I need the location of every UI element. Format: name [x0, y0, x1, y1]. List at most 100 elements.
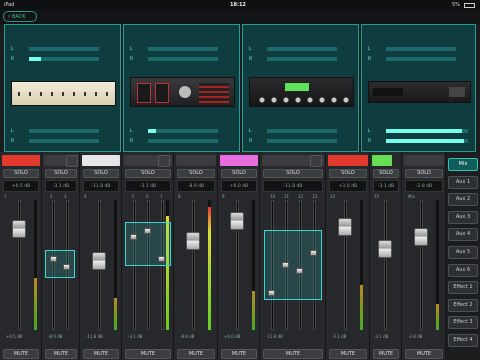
level-meter [386, 47, 456, 51]
delay-unit-image[interactable] [368, 81, 471, 103]
fader-handle[interactable] [92, 252, 106, 270]
level-meter [148, 129, 218, 133]
fader-handle[interactable] [296, 268, 303, 274]
reverb-unit-image[interactable] [249, 77, 354, 107]
fader-track[interactable] [384, 200, 387, 330]
meter-label: L [130, 129, 133, 134]
solo-button[interactable]: SOLO [83, 169, 119, 178]
channel-color-bar[interactable] [372, 155, 392, 166]
level-meter-fill [386, 139, 464, 143]
solo-button[interactable]: SOLO [405, 169, 443, 178]
fader-handle[interactable] [378, 240, 392, 258]
bus-button-effect-3[interactable]: Effect 3 [448, 316, 478, 330]
led-ladder [199, 83, 229, 103]
fader-handle[interactable] [310, 250, 317, 256]
channel-strip-8: SOLO -8.9 dB 8 -8.9 dB MUTE [174, 152, 218, 360]
mute-button[interactable]: MUTE [373, 349, 399, 359]
mute-button[interactable]: MUTE [263, 349, 323, 359]
gain-readout: -3.1 dB [125, 180, 171, 192]
nav-bar: ‹ BACK [0, 10, 480, 24]
back-button[interactable]: ‹ BACK [3, 11, 37, 22]
solo-button[interactable]: SOLO [45, 169, 77, 178]
solo-button[interactable]: SOLO [177, 169, 215, 178]
fader-handle[interactable] [63, 264, 70, 270]
mute-button[interactable]: MUTE [177, 349, 215, 359]
fader-track[interactable] [420, 200, 423, 330]
meter-label: R [249, 139, 253, 144]
level-meter [29, 47, 99, 51]
bus-button-effect-4[interactable]: Effect 4 [448, 334, 478, 347]
bus-button-aux-5[interactable]: Aux 5 [448, 246, 478, 259]
mute-button[interactable]: MUTE [3, 349, 39, 359]
solo-button[interactable]: SOLO [3, 169, 39, 178]
solo-button[interactable]: SOLO [221, 169, 257, 178]
fader-handle[interactable] [338, 218, 352, 236]
gain-readout: +6.0 dB [221, 180, 257, 192]
unit-controls [449, 87, 465, 97]
level-meter [436, 200, 439, 330]
bus-button-aux-6[interactable]: Aux 6 [448, 263, 478, 277]
lcd-display [284, 82, 310, 92]
bus-button-aux-3[interactable]: Aux 3 [448, 210, 478, 224]
channel-strip-4: SOLO -11.8 dB 4 -11.8 dB MUTE [80, 152, 122, 360]
level-meter [267, 139, 337, 143]
knob-icon[interactable] [179, 86, 191, 98]
fader-handle[interactable] [50, 256, 57, 262]
channel-color-bar[interactable] [82, 155, 120, 166]
fader-handle[interactable] [414, 228, 428, 246]
fader-db-label: -3.1 dB [374, 334, 389, 339]
fader-handle[interactable] [158, 256, 165, 262]
equalizer-unit-image[interactable] [11, 81, 116, 106]
rack-panel-1[interactable]: L R L R [4, 24, 121, 152]
channel-color-bar[interactable] [404, 155, 444, 166]
fader-db-label: -8.9 dB [48, 334, 63, 339]
channel-color-bar[interactable] [2, 155, 40, 166]
solo-button[interactable]: SOLO [373, 169, 399, 178]
rack-panel-3[interactable]: L R L R [242, 24, 359, 152]
meter-label: L [11, 47, 14, 52]
mute-button[interactable]: MUTE [405, 349, 443, 359]
bus-button-effect-1[interactable]: Effect 1 [448, 281, 478, 295]
solo-button[interactable]: SOLO [329, 169, 367, 178]
mute-button[interactable]: MUTE [329, 349, 367, 359]
mute-button[interactable]: MUTE [83, 349, 119, 359]
compressor-unit-image[interactable] [130, 77, 235, 107]
bus-button-aux-2[interactable]: Aux 2 [448, 193, 478, 207]
level-meter [148, 139, 218, 143]
bus-button-aux-1[interactable]: Aux 1 [448, 175, 478, 189]
clock: 18:12 [230, 2, 246, 8]
rack-panel-2[interactable]: L R L R [123, 24, 240, 152]
bus-button-effect-2[interactable]: Effect 2 [448, 298, 478, 312]
channel-strip-15: SOLO -3.1 dB 15 -3.1 dB MUTE [370, 152, 402, 360]
level-meter-fill [29, 57, 41, 61]
fader-handle[interactable] [186, 232, 200, 250]
channel-color-bar[interactable] [176, 155, 216, 166]
fader-handle[interactable] [230, 212, 244, 230]
fader-db-label: -3.1 dB [128, 334, 143, 339]
expand-arrow-icon[interactable] [310, 155, 322, 167]
channel-number: 11 [284, 194, 290, 199]
expand-arrow-icon[interactable] [158, 155, 170, 167]
channel-number: 3 [64, 194, 67, 199]
mute-button[interactable]: MUTE [125, 349, 171, 359]
channel-number: 8 [178, 194, 181, 199]
fader-handle[interactable] [144, 228, 151, 234]
channel-color-bar[interactable] [328, 155, 368, 166]
bus-button-mix[interactable]: Mix [448, 158, 478, 171]
mute-button[interactable]: MUTE [45, 349, 77, 359]
level-meter [360, 200, 363, 330]
fader-handle[interactable] [130, 234, 137, 240]
bus-button-aux-4[interactable]: Aux 4 [448, 228, 478, 242]
rack-panel-4[interactable]: L R L R [361, 24, 476, 152]
mute-button[interactable]: MUTE [221, 349, 257, 359]
channel-color-bar[interactable] [220, 155, 258, 166]
fader-track[interactable] [192, 200, 195, 330]
meter-label: R [130, 57, 134, 62]
expand-arrow-icon[interactable] [66, 155, 78, 167]
solo-button[interactable]: SOLO [125, 169, 171, 178]
fader-handle[interactable] [282, 262, 289, 268]
group-selection[interactable] [45, 250, 75, 278]
fader-handle[interactable] [268, 290, 275, 296]
solo-button[interactable]: SOLO [263, 169, 323, 178]
fader-handle[interactable] [12, 220, 26, 238]
